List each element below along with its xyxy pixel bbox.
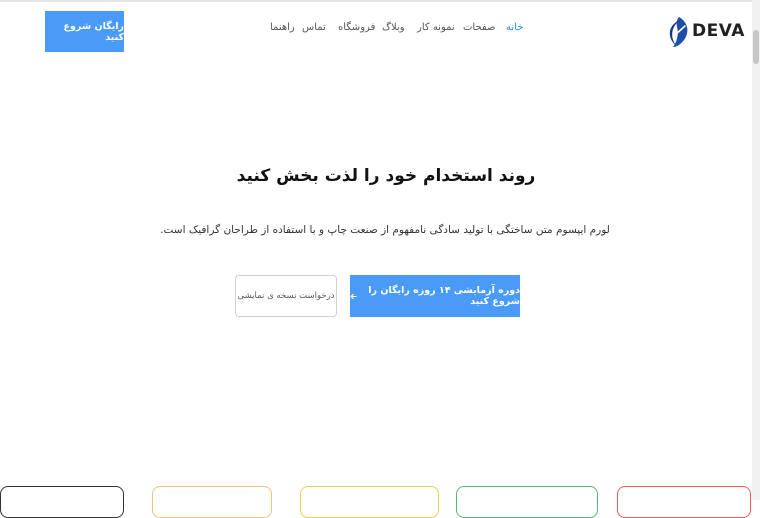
feature-card-5[interactable]: [617, 486, 751, 518]
feature-card-4[interactable]: [456, 486, 598, 518]
start-trial-button[interactable]: دوره آزمایشی ۱۴ روزه رایگان را شروع کنید: [350, 275, 520, 317]
start-free-button[interactable]: رایگان شروع کنید: [45, 11, 124, 52]
feature-card-2[interactable]: [152, 486, 272, 518]
nav-item-home[interactable]: خانه: [506, 22, 523, 33]
start-trial-label: دوره آزمایشی ۱۴ روزه رایگان را شروع کنید: [368, 285, 520, 307]
feature-card-3[interactable]: [300, 486, 439, 518]
scrollbar-thumb[interactable]: [753, 30, 759, 64]
site-header: DEVA خانه صفحات نمونه کار وبلاگ فروشگاه …: [0, 2, 752, 62]
hero-subtitle: لورم ایپسوم متن ساختگی با تولید سادگی نا…: [160, 224, 610, 236]
hero-title: روند استخدام خود را لذت بخش کنید: [236, 166, 536, 186]
arrow-left-icon: [350, 293, 357, 299]
nav-item-portfolio[interactable]: نمونه کار: [417, 22, 455, 33]
nav-item-help[interactable]: راهنما: [270, 22, 295, 33]
request-demo-button[interactable]: درخواست نسخه ی نمایشی: [235, 275, 337, 317]
nav-item-contact[interactable]: تماس: [302, 22, 326, 33]
nav-item-pages[interactable]: صفحات: [463, 22, 495, 33]
nav-item-blog[interactable]: وبلاگ: [382, 22, 405, 33]
nav-item-shop[interactable]: فروشگاه: [338, 22, 375, 33]
feature-card-1[interactable]: [0, 486, 124, 518]
page-scrollbar[interactable]: [752, 0, 760, 500]
